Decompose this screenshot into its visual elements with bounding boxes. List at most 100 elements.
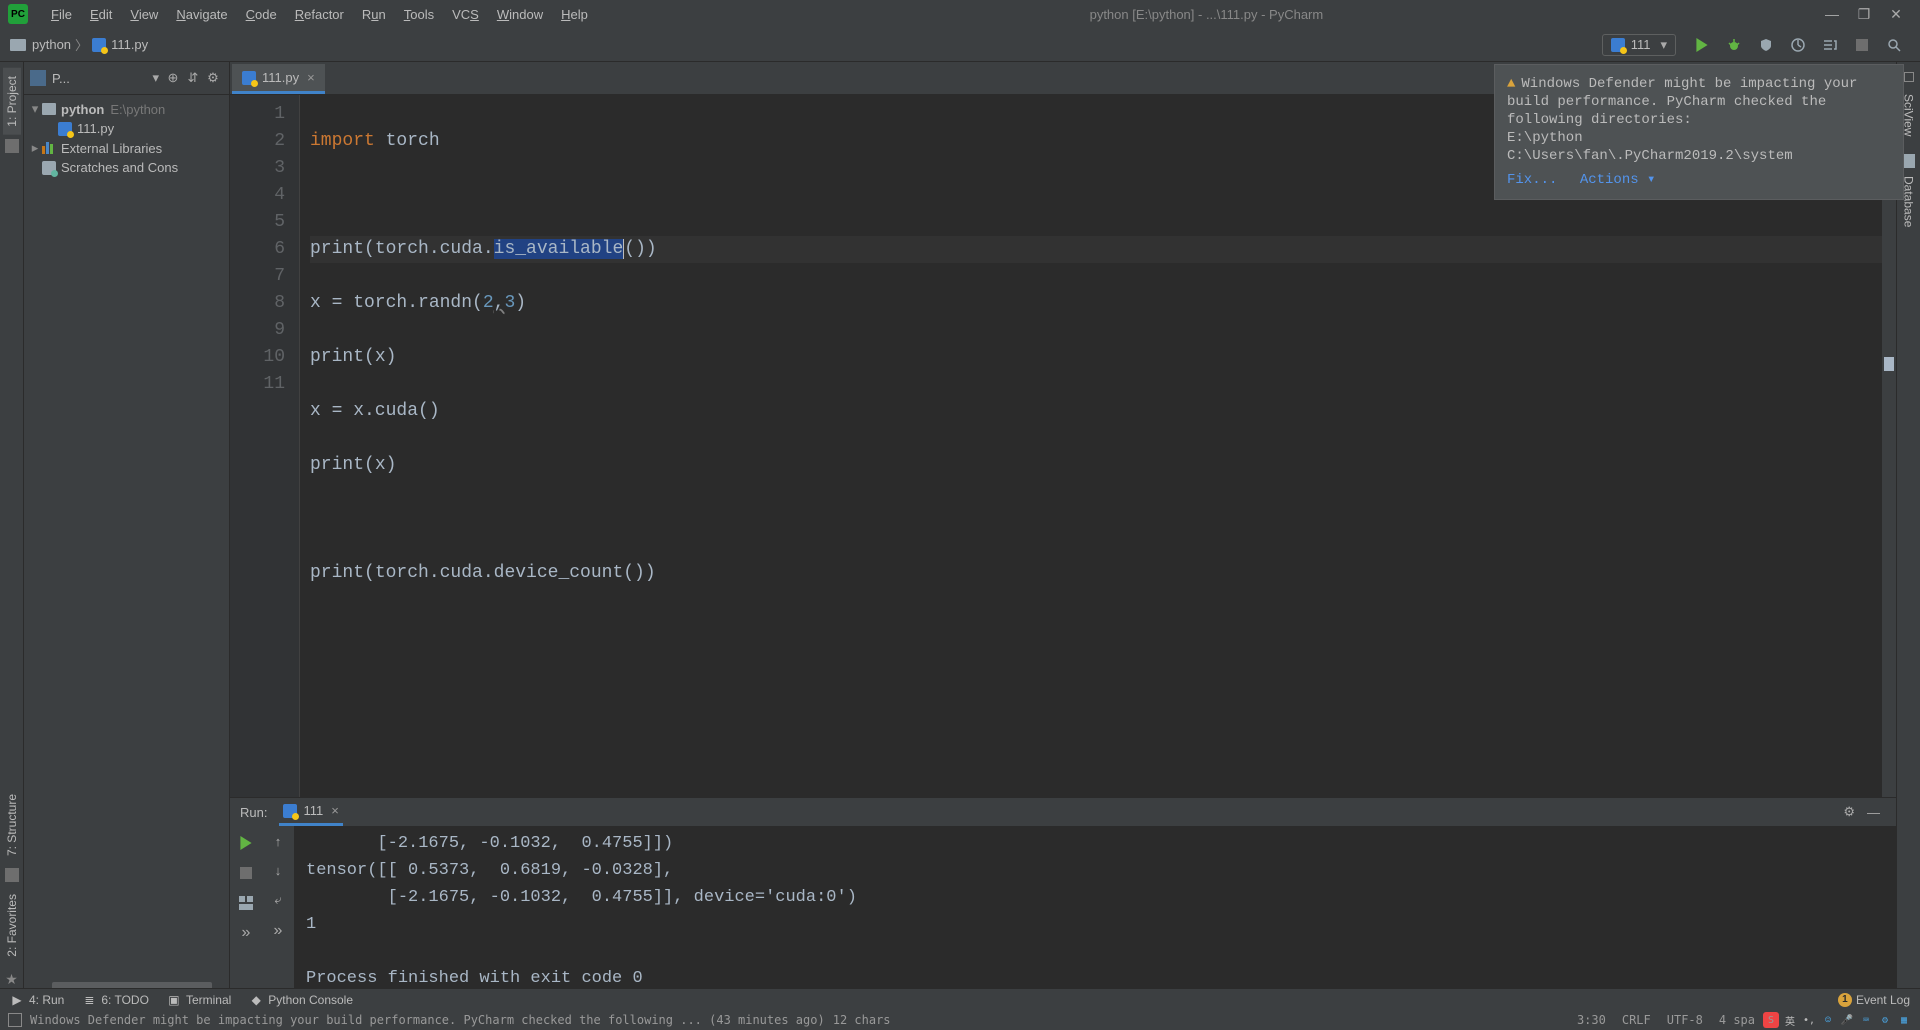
tool-tab-structure[interactable]: 7: Structure [3,786,21,864]
code-content[interactable]: import torch print(torch.cuda.is_availab… [300,95,1882,797]
tree-scratches-label: Scratches and Cons [61,160,178,175]
menu-code[interactable]: Code [237,7,286,22]
ime-punct[interactable]: •, [1801,1012,1817,1028]
python-file-icon [283,804,297,818]
profile-button[interactable] [1785,32,1811,58]
run-header: Run: 111 × ⚙ — [230,798,1896,826]
chevron-down-icon: ▾ [1660,37,1667,53]
debug-button[interactable] [1721,32,1747,58]
gear-icon[interactable]: ⚙ [1843,804,1855,820]
tool-todo[interactable]: ≣6: TODO [82,993,149,1007]
caret-marker [1884,357,1894,371]
ime-mic-icon[interactable]: 🎤 [1839,1012,1855,1028]
window-minimize-button[interactable]: — [1816,6,1848,22]
ime-settings-icon[interactable]: ⚙ [1877,1012,1893,1028]
python-icon: ◆ [249,993,263,1007]
terminal-icon: ▣ [167,993,181,1007]
tree-external-libraries[interactable]: ▸ External Libraries [24,138,229,158]
tool-tab-icon[interactable] [5,868,19,882]
locate-icon[interactable]: ⊕ [163,70,183,86]
library-icon [42,142,56,154]
down-arrow-icon[interactable]: ↓ [275,863,282,878]
menu-navigate[interactable]: Navigate [167,7,236,22]
window-maximize-button[interactable]: ❐ [1848,6,1880,23]
window-title: python [E:\python] - ...\111.py - PyChar… [597,7,1816,22]
layout-button[interactable] [237,894,255,912]
tool-tab-icon[interactable] [5,139,19,153]
database-icon[interactable] [1903,154,1915,168]
menu-vcs[interactable]: VCS [443,7,488,22]
ime-lang[interactable]: 英 [1782,1012,1798,1028]
tree-scratches[interactable]: Scratches and Cons [24,158,229,177]
window-close-button[interactable]: ✕ [1880,6,1912,23]
run-button[interactable] [1689,32,1715,58]
tool-terminal[interactable]: ▣Terminal [167,993,231,1007]
ime-keyboard-icon[interactable]: ⌨ [1858,1012,1874,1028]
minimize-icon[interactable]: — [1867,805,1880,820]
tool-python-console[interactable]: ◆Python Console [249,993,353,1007]
warning-icon: ▲ [1507,76,1515,92]
run-config-selector[interactable]: 111 ▾ [1602,34,1676,56]
chevron-right-icon: 〉 [75,35,88,54]
tree-root[interactable]: ▾ python E:\python [24,99,229,119]
stop-button[interactable] [1849,32,1875,58]
menu-window[interactable]: Window [488,7,552,22]
notification-text: Windows Defender might be impacting your… [1507,76,1866,164]
line-gutter: 1234567891011 [230,95,300,797]
concurrency-button[interactable] [1817,32,1843,58]
chevron-down-icon[interactable]: ▾ [152,70,159,86]
tool-tab-icon[interactable] [1904,72,1914,82]
python-file-icon [58,122,72,136]
collapse-icon[interactable]: ⇵ [183,70,203,86]
close-icon[interactable]: × [331,803,339,818]
python-file-icon [92,38,106,52]
tool-tab-project[interactable]: 1: Project [3,68,21,135]
code-editor[interactable]: 1234567891011 import torch print(torch.c… [230,95,1896,797]
ime-sogou-icon[interactable]: S [1763,1012,1779,1028]
run-coverage-button[interactable] [1753,32,1779,58]
menu-file[interactable]: File [42,7,81,22]
stop-button[interactable] [237,864,255,882]
status-indent[interactable]: 4 spa [1719,1013,1755,1027]
up-arrow-icon[interactable]: ↑ [275,834,282,849]
more-icon[interactable]: » [237,924,255,942]
run-tool-window: Run: 111 × ⚙ — » ↑ ↓ [230,797,1896,992]
tool-windows-icon[interactable] [8,1013,22,1027]
event-badge: 1 [1838,993,1852,1007]
run-tab-label: 111 [303,803,323,818]
tool-tab-favorites[interactable]: 2: Favorites [3,886,21,965]
project-header-label: P... [52,71,152,86]
python-file-icon [1611,38,1625,52]
status-line-sep[interactable]: CRLF [1622,1013,1651,1027]
notification-fix-link[interactable]: Fix... [1507,172,1557,188]
project-tree[interactable]: ▾ python E:\python 111.py ▸ External Lib… [24,95,229,181]
status-caret-pos[interactable]: 3:30 [1577,1013,1606,1027]
notification-actions-link[interactable]: Actions ▾ [1580,172,1656,188]
ime-toolbox-icon[interactable]: ▦ [1896,1012,1912,1028]
breadcrumb[interactable]: python 〉 111.py [10,35,148,54]
gear-icon[interactable]: ⚙ [203,70,223,86]
expand-arrow-icon[interactable]: ▾ [28,101,42,117]
python-file-icon [242,71,256,85]
menu-help[interactable]: Help [552,7,597,22]
soft-wrap-icon[interactable]: ⤶ [274,892,281,908]
expand-arrow-icon[interactable]: ▸ [28,140,42,156]
close-icon[interactable]: × [307,70,315,85]
event-log-button[interactable]: 1 Event Log [1838,993,1910,1007]
menu-view[interactable]: View [121,7,167,22]
menu-tools[interactable]: Tools [395,7,443,22]
more-icon[interactable]: » [274,922,283,940]
menu-edit[interactable]: Edit [81,7,121,22]
tool-run[interactable]: ▶4: Run [10,993,64,1007]
menu-refactor[interactable]: Refactor [286,7,353,22]
workspace: 1: Project 7: Structure 2: Favorites ★ P… [0,62,1920,992]
run-tab[interactable]: 111 × [279,798,342,826]
search-everywhere-button[interactable] [1881,32,1907,58]
rerun-button[interactable] [237,834,255,852]
status-encoding[interactable]: UTF-8 [1667,1013,1703,1027]
editor-tab[interactable]: 111.py × [232,64,325,94]
tree-file[interactable]: 111.py [24,119,229,138]
menu-run[interactable]: Run [353,7,395,22]
console-output[interactable]: [-2.1675, -0.1032, 0.4755]]) tensor([[ 0… [294,826,1896,996]
ime-emoji-icon[interactable]: ☺ [1820,1012,1836,1028]
